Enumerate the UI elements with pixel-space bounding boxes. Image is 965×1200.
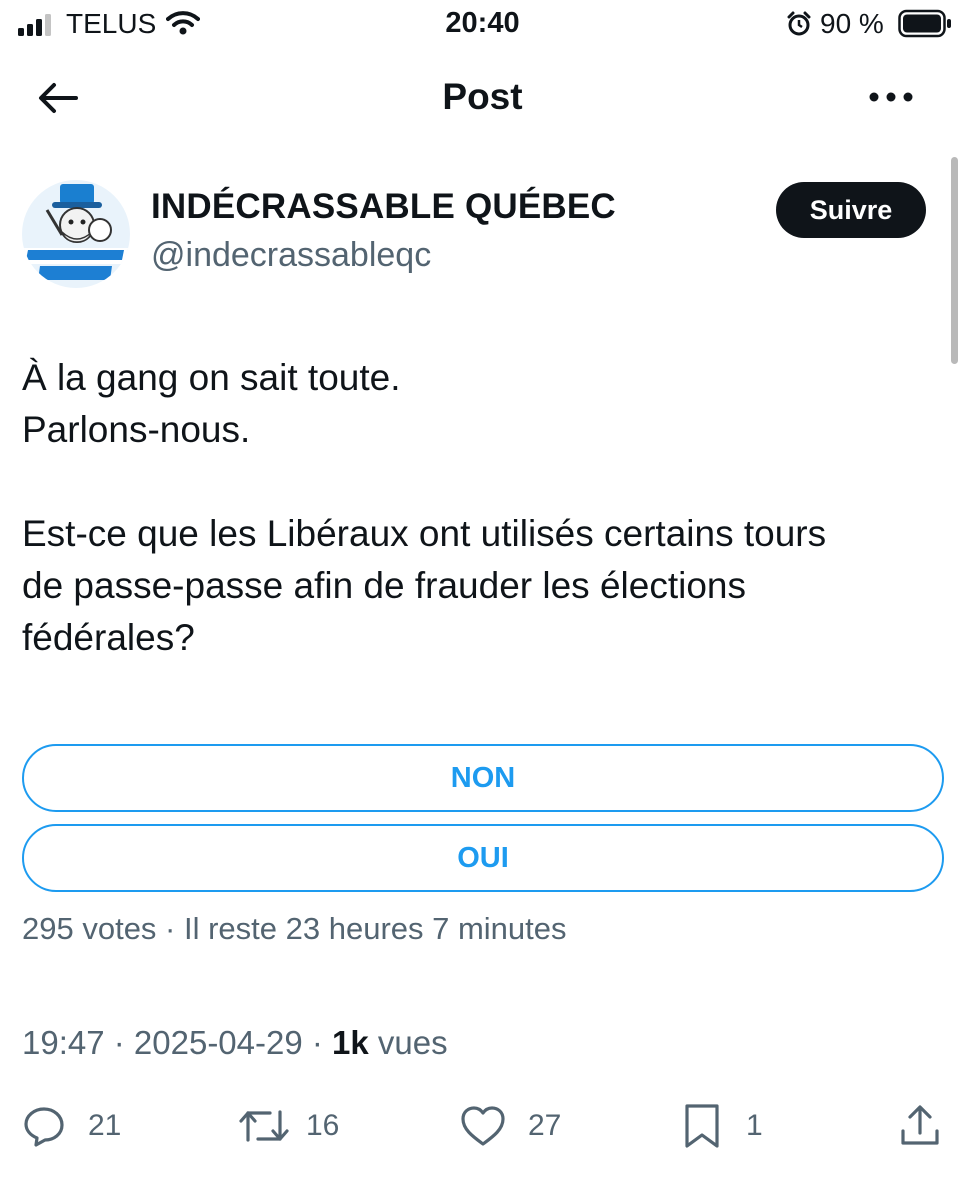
- scrollbar[interactable]: [951, 157, 958, 364]
- repost-icon: [239, 1110, 289, 1142]
- author-display-name[interactable]: INDÉCRASSABLE QUÉBEC: [151, 187, 616, 227]
- status-bar: TELUS 20:40 90 %: [0, 0, 965, 50]
- timestamp-date: 19:47 · 2025-04-29 ·: [22, 1024, 333, 1061]
- bookmark-icon: [685, 1104, 719, 1148]
- views-label: vues: [368, 1024, 448, 1061]
- reply-count: 21: [88, 1109, 122, 1142]
- bookmark-button[interactable]: 1: [682, 1100, 763, 1152]
- avatar[interactable]: [22, 180, 130, 288]
- heart-icon: [461, 1106, 505, 1146]
- like-count: 27: [528, 1109, 562, 1142]
- avatar-logo-icon: [22, 180, 130, 288]
- alarm-icon: [787, 11, 811, 36]
- repost-button[interactable]: 16: [238, 1100, 339, 1152]
- share-icon: [901, 1105, 939, 1145]
- like-button[interactable]: 27: [460, 1100, 561, 1152]
- more-horizontal-icon[interactable]: [868, 91, 914, 103]
- views-count: 1k: [332, 1024, 369, 1061]
- reply-icon: [24, 1107, 64, 1147]
- battery-percent: 90 %: [820, 8, 884, 39]
- page-title: Post: [442, 76, 523, 117]
- battery-icon: [898, 9, 951, 38]
- author-handle[interactable]: @indecrassableqc: [151, 236, 431, 275]
- post-timestamp: 19:47 · 2025-04-29 · 1k vues: [22, 1024, 448, 1062]
- poll-meta: 295 votes · Il reste 23 heures 7 minutes: [22, 911, 567, 946]
- bookmark-count: 1: [746, 1109, 763, 1142]
- share-button[interactable]: [898, 1100, 942, 1152]
- poll-option-non[interactable]: NON: [22, 744, 944, 812]
- poll-option-oui[interactable]: OUI: [22, 824, 944, 892]
- follow-button[interactable]: Suivre: [776, 182, 926, 238]
- repost-count: 16: [306, 1109, 340, 1142]
- post-text: À la gang on sait toute. Parlons-nous. E…: [22, 357, 827, 658]
- reply-button[interactable]: 21: [22, 1100, 121, 1152]
